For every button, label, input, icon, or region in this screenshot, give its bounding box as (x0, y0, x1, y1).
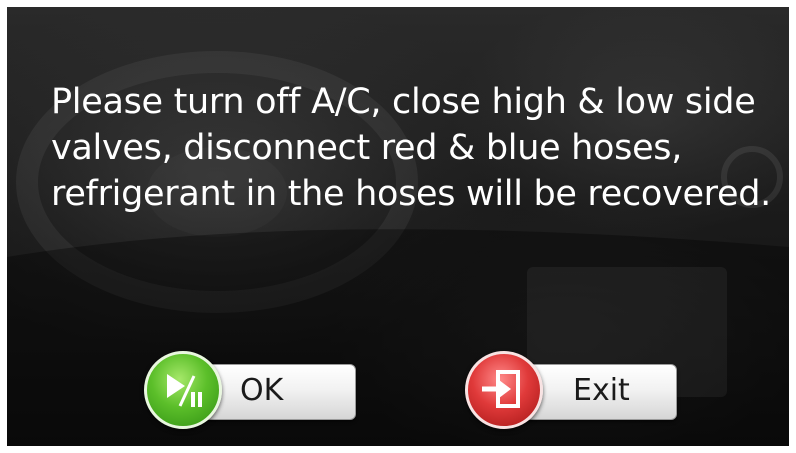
dialog-screen: Please turn off A/C, close high & low si… (7, 7, 789, 446)
exit-button[interactable]: Exit (465, 351, 677, 429)
ok-button[interactable]: OK (144, 351, 356, 429)
exit-door-icon (482, 370, 520, 408)
ok-circle[interactable] (144, 351, 222, 429)
instruction-message: Please turn off A/C, close high & low si… (51, 82, 771, 214)
exit-circle[interactable] (465, 351, 543, 429)
play-pause-icon (167, 374, 202, 407)
exit-button-label[interactable]: Exit (573, 373, 630, 409)
ok-button-label[interactable]: OK (240, 373, 283, 409)
